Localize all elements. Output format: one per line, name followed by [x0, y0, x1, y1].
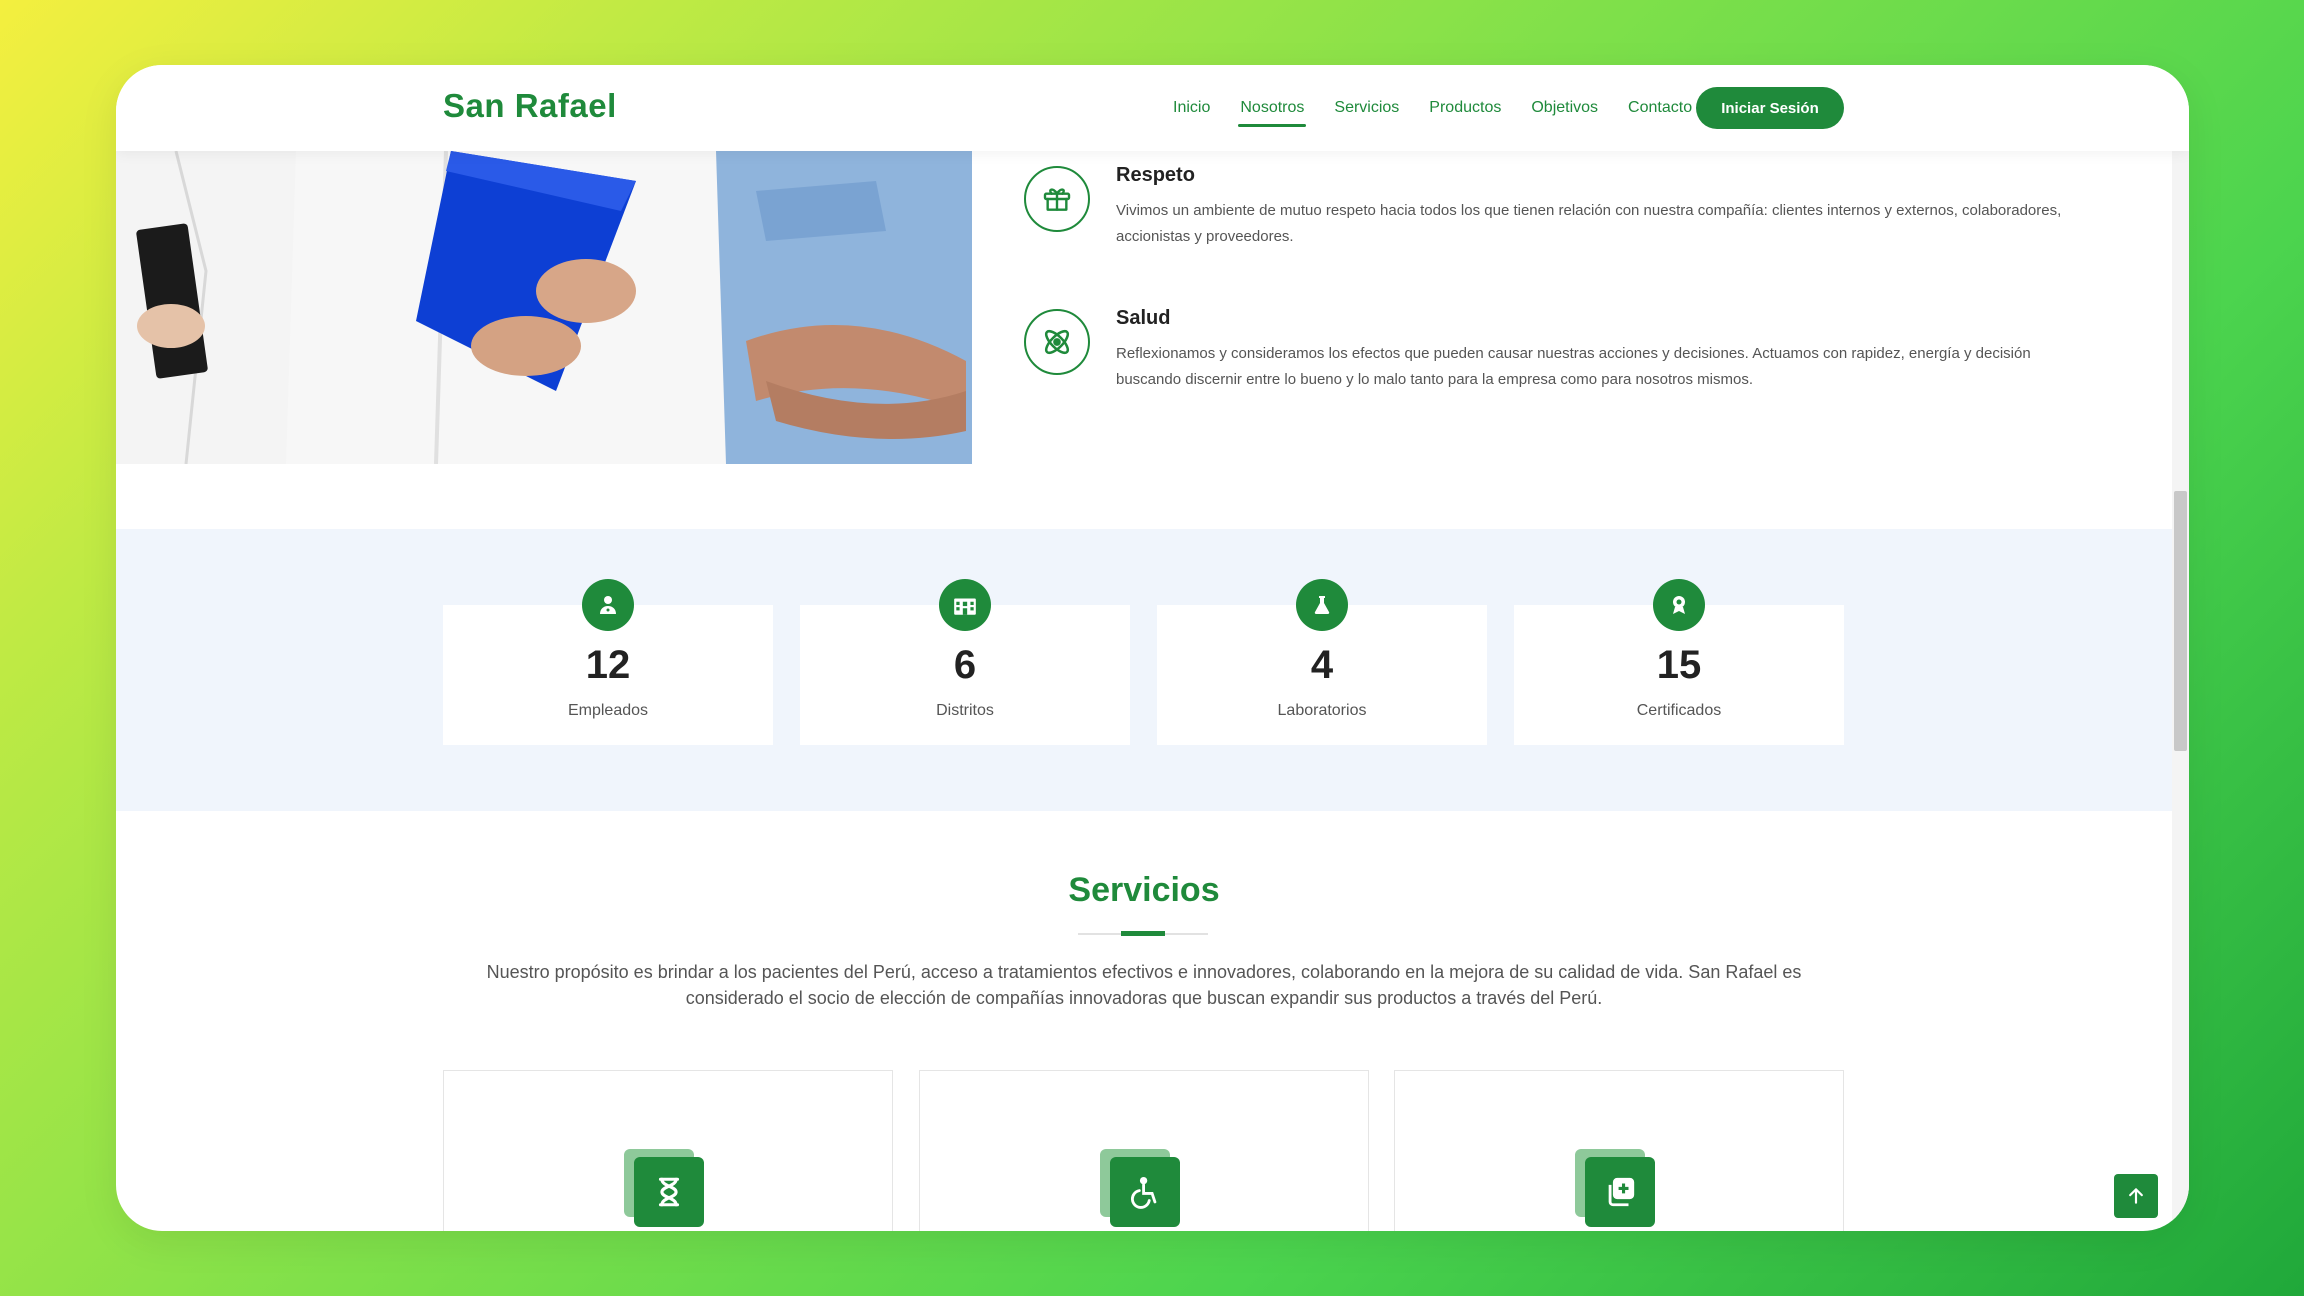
doctor-icon: [582, 579, 634, 631]
service-card[interactable]: [919, 1070, 1369, 1231]
stat-card-certificados: 15 Certificados: [1514, 579, 1844, 745]
stat-label: Certificados: [1636, 702, 1722, 719]
service-card[interactable]: [443, 1070, 893, 1231]
services-title: Servicios: [1068, 871, 1220, 909]
stat-card-laboratorios: 4 Laboratorios: [1157, 579, 1487, 745]
title-divider: [1078, 931, 1208, 936]
browser-viewport: San Rafael Inicio Nosotros Servicios Pro…: [116, 65, 2189, 1231]
hospital-icon: [939, 579, 991, 631]
stat-card-empleados: 12 Empleados: [443, 579, 773, 745]
stat-label: Distritos: [936, 702, 994, 719]
nav-nosotros[interactable]: Nosotros: [1238, 93, 1307, 127]
site-header: San Rafael Inicio Nosotros Servicios Pro…: [116, 65, 2189, 151]
nav-productos[interactable]: Productos: [1427, 93, 1503, 123]
nav-servicios[interactable]: Servicios: [1332, 93, 1401, 123]
wheelchair-icon: [1110, 1157, 1180, 1227]
award-icon: [1653, 579, 1705, 631]
nav-inicio[interactable]: Inicio: [1171, 93, 1212, 123]
main-nav: Inicio Nosotros Servicios Productos Obje…: [1171, 65, 1720, 151]
value-title: Salud: [1116, 307, 1171, 329]
dna-icon: [634, 1157, 704, 1227]
stat-number: 4: [1310, 643, 1334, 687]
service-card[interactable]: [1394, 1070, 1844, 1231]
login-button[interactable]: Iniciar Sesión: [1696, 87, 1844, 129]
back-to-top-button[interactable]: [2114, 1174, 2158, 1218]
arrow-up-icon: [2129, 1188, 2143, 1204]
value-text: Vivimos un ambiente de mutuo respeto hac…: [1116, 202, 2062, 245]
nav-contacto[interactable]: Contacto: [1626, 93, 1694, 123]
gift-icon: [1024, 166, 1090, 232]
stat-label: Empleados: [567, 702, 649, 719]
stat-number: 6: [953, 643, 977, 687]
stats-section: 12 Empleados 6 Distritos 4 Laboratorios …: [116, 529, 2172, 811]
stat-number: 12: [585, 643, 631, 687]
atom-icon: [1024, 309, 1090, 375]
value-text: Reflexionamos y consideramos los efectos…: [1116, 345, 2031, 388]
scrollbar[interactable]: [2172, 151, 2189, 1231]
medical-copy-icon: [1585, 1157, 1655, 1227]
value-title: Respeto: [1116, 164, 1195, 186]
stat-number: 15: [1656, 643, 1702, 687]
nav-objetivos[interactable]: Objetivos: [1529, 93, 1600, 123]
medical-staff-photo: [116, 151, 972, 464]
stat-label: Laboratorios: [1277, 702, 1367, 719]
flask-icon: [1296, 579, 1348, 631]
services-description: Nuestro propósito es brindar a los pacie…: [486, 962, 1802, 1008]
stat-card-distritos: 6 Distritos: [800, 579, 1130, 745]
site-logo[interactable]: San Rafael: [443, 87, 617, 125]
scrollbar-thumb[interactable]: [2174, 491, 2187, 751]
